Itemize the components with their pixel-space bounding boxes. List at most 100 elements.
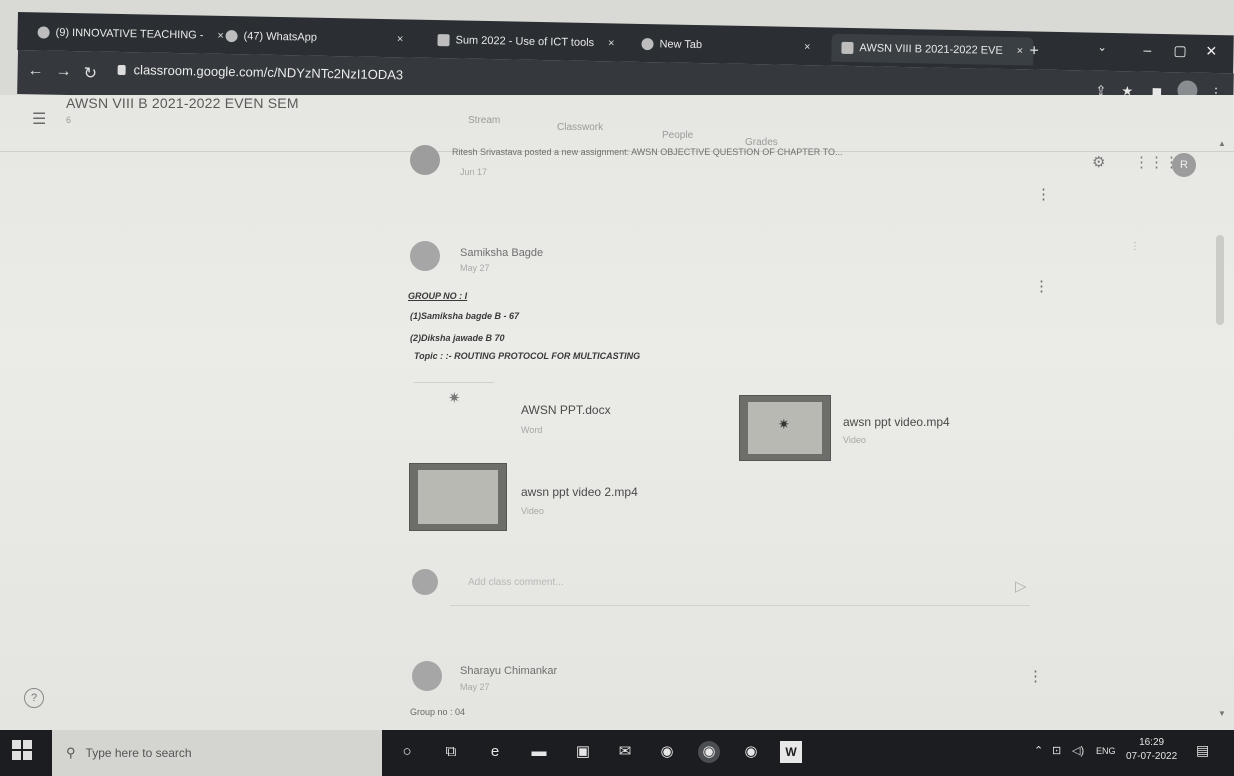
tab-whatsapp[interactable]: (47) WhatsApp × xyxy=(225,22,403,53)
file-explorer-icon[interactable]: ▬ xyxy=(528,741,550,763)
attachment-title[interactable]: AWSN PPT.docx xyxy=(521,403,611,417)
send-icon[interactable]: ▷ xyxy=(1015,577,1027,595)
post-member-2: (2)Diksha jawade B 70 xyxy=(410,333,505,343)
post-menu-icon[interactable]: ⋮ xyxy=(1036,185,1051,203)
post-menu-icon[interactable]: ⋮ xyxy=(1034,277,1049,295)
taskbar-search-box[interactable]: ⚲ Type here to search xyxy=(52,730,382,776)
tab-people[interactable]: People xyxy=(662,130,693,141)
settings-gear-icon[interactable]: ⚙ xyxy=(1092,153,1105,171)
windows-taskbar: ⚲ Type here to search ○ ⧉ e ▬ ▣ ✉ ◉ ◉ ◉ … xyxy=(0,730,1234,776)
chrome-icon[interactable]: ◉ xyxy=(656,741,678,763)
network-icon[interactable]: ⊡ xyxy=(1052,744,1061,757)
attachment-title[interactable]: awsn ppt video 2.mp4 xyxy=(521,485,638,499)
comment-placeholder: Add class comment... xyxy=(468,577,564,588)
notifications-icon[interactable]: ▤ xyxy=(1196,742,1209,759)
back-icon[interactable]: ← xyxy=(27,62,43,80)
assignment-notice[interactable]: Ritesh Srivastava posted a new assignmen… xyxy=(452,147,1012,157)
clock[interactable]: 16:29 07-07-2022 xyxy=(1126,736,1177,764)
cortana-icon[interactable]: ○ xyxy=(396,741,418,763)
author-avatar xyxy=(410,241,440,271)
maximize-icon[interactable]: ▢ xyxy=(1173,42,1187,59)
tab-new-tab[interactable]: New Tab × xyxy=(641,30,811,61)
tab-ict-tools[interactable]: Sum 2022 - Use of ICT tools × xyxy=(437,26,615,57)
windows-start-icon[interactable] xyxy=(12,740,34,762)
clock-time: 16:29 xyxy=(1139,737,1165,748)
help-icon[interactable]: ? xyxy=(24,688,44,708)
tray-chevron-icon[interactable]: ⌃ xyxy=(1034,744,1043,757)
chrome-icon[interactable]: ◉ xyxy=(740,741,762,763)
tab-classwork[interactable]: Classwork xyxy=(557,122,603,133)
tab-close-icon[interactable]: × xyxy=(397,33,404,45)
comment-avatar xyxy=(412,569,438,595)
tab-favicon-icon xyxy=(437,34,450,47)
tab-close-icon[interactable]: × xyxy=(217,30,224,42)
post-date: May 27 xyxy=(460,682,490,692)
tab-close-icon[interactable]: × xyxy=(1017,45,1024,57)
post-topic: Topic : :- ROUTING PROTOCOL FOR MULTICAS… xyxy=(414,351,641,361)
attachment-video-thumbnail[interactable]: ✷ xyxy=(739,395,831,461)
class-section: 6 xyxy=(66,115,72,125)
clock-date: 07-07-2022 xyxy=(1126,751,1178,762)
post-menu-icon[interactable]: ⋮ xyxy=(1028,667,1043,685)
class-title[interactable]: AWSN VIII B 2021-2022 EVEN SEM xyxy=(66,95,299,111)
classroom-header: ☰ AWSN VIII B 2021-2022 EVEN SEM 6 Strea… xyxy=(0,95,1234,152)
whatsapp-icon xyxy=(225,29,238,43)
scroll-marker-icon: ⋮ xyxy=(1130,241,1140,252)
attachment-type: Video xyxy=(843,435,866,445)
new-tab-button[interactable]: + xyxy=(1029,37,1039,65)
task-view-icon[interactable]: ⧉ xyxy=(440,741,462,763)
attachment-type: Video xyxy=(521,506,544,516)
edge-icon[interactable]: e xyxy=(484,741,506,763)
classroom-page: ☰ AWSN VIII B 2021-2022 EVEN SEM 6 Strea… xyxy=(0,95,1234,730)
post-text: Group no : 04 xyxy=(410,707,466,717)
hamburger-menu-icon[interactable]: ☰ xyxy=(32,109,46,129)
attachment-video-thumbnail[interactable] xyxy=(409,463,507,531)
reload-icon[interactable]: ↻ xyxy=(83,63,97,83)
post-date: May 27 xyxy=(460,263,490,273)
tab-favicon-icon xyxy=(37,26,50,39)
class-comment-input[interactable]: Add class comment... xyxy=(450,565,1030,606)
loading-spinner-icon: ✷ xyxy=(778,416,790,432)
forward-icon[interactable]: → xyxy=(55,63,71,81)
scrollbar-thumb[interactable] xyxy=(1216,235,1224,325)
volume-icon[interactable]: ◁) xyxy=(1072,744,1084,757)
classroom-icon xyxy=(841,41,854,55)
tab-innovative-teaching[interactable]: (9) INNOVATIVE TEACHING - × xyxy=(37,18,224,50)
attachment-type: Word xyxy=(521,425,543,435)
post-group-line: GROUP NO : I xyxy=(408,291,468,301)
mail-icon[interactable]: ✉ xyxy=(614,741,636,763)
search-placeholder: Type here to search xyxy=(85,746,192,760)
tab-label: AWSN VIII B 2021-2022 EVE xyxy=(859,42,1003,57)
assignment-icon xyxy=(410,145,440,175)
chrome-icon[interactable]: ◉ xyxy=(698,741,720,763)
tab-close-icon[interactable]: × xyxy=(804,41,811,53)
post-author: Samiksha Bagde xyxy=(460,247,544,259)
tab-close-icon[interactable]: × xyxy=(608,37,615,49)
url-text: classroom.google.com/c/NDYzNTc2NzI1ODA3 xyxy=(133,62,404,83)
scroll-up-icon[interactable]: ▲ xyxy=(1218,139,1226,148)
author-avatar xyxy=(412,661,442,691)
loading-spinner-icon: ✷ xyxy=(448,390,461,407)
video-preview: ✷ xyxy=(748,402,822,454)
attachment-title[interactable]: awsn ppt video.mp4 xyxy=(843,415,950,429)
scroll-down-icon[interactable]: ▼ xyxy=(1218,709,1226,718)
video-preview xyxy=(418,470,498,524)
tab-label: New Tab xyxy=(659,38,703,52)
search-icon: ⚲ xyxy=(66,745,76,760)
store-icon[interactable]: ▣ xyxy=(572,741,594,763)
tab-label: (9) INNOVATIVE TEACHING - xyxy=(55,26,204,42)
attachment-docx-thumbnail[interactable]: ✷ xyxy=(414,382,494,443)
assignment-date: Jun 17 xyxy=(460,167,488,177)
tab-label: Sum 2022 - Use of ICT tools xyxy=(455,34,595,50)
tab-search-chevron-icon[interactable]: ⌄ xyxy=(1097,41,1106,54)
address-field[interactable]: classroom.google.com/c/NDYzNTc2NzI1ODA3 xyxy=(117,62,404,83)
tab-awsn-classroom[interactable]: AWSN VIII B 2021-2022 EVE × xyxy=(831,33,1034,66)
word-icon[interactable]: W xyxy=(780,741,802,763)
post-author: Sharayu Chimankar xyxy=(460,665,558,677)
tab-stream[interactable]: Stream xyxy=(468,115,500,126)
minimize-icon[interactable]: – xyxy=(1143,42,1151,58)
language-indicator[interactable]: ENG xyxy=(1096,746,1116,756)
close-window-icon[interactable]: ✕ xyxy=(1205,43,1217,60)
post-member-1: (1)Samiksha bagde B - 67 xyxy=(410,311,520,321)
account-avatar[interactable]: R xyxy=(1172,153,1196,177)
